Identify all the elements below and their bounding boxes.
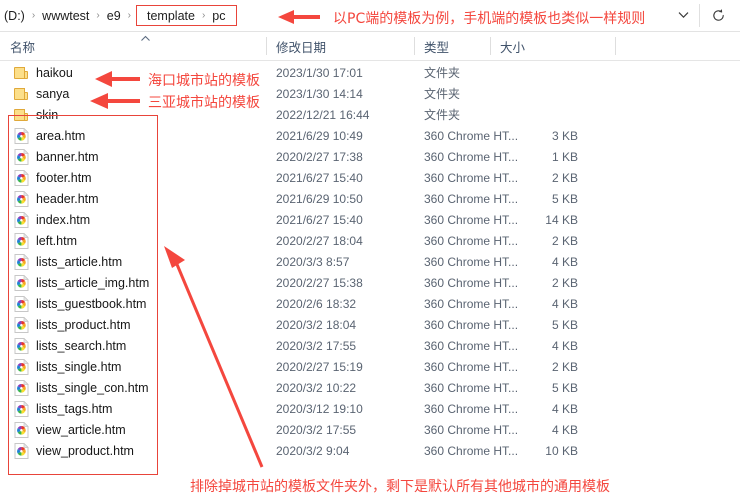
breadcrumb-separator: › [127, 10, 131, 21]
file-size-cell: 5 KB [551, 191, 578, 206]
file-date-cell: 2020/3/2 17:55 [276, 338, 357, 353]
folder-icon [14, 87, 29, 101]
annotation-haikou-note: 海口城市站的模板 [148, 73, 260, 89]
file-date-cell: 2020/3/2 17:55 [276, 422, 357, 437]
file-size-cell: 10 KB [545, 443, 578, 458]
file-name-label: sanya [36, 86, 70, 101]
file-size-cell: 5 KB [551, 317, 578, 332]
breadcrumb-item-e9[interactable]: e9 [103, 7, 125, 25]
refresh-icon[interactable] [702, 0, 734, 30]
file-type-cell: 文件夹 [424, 66, 461, 80]
file-name-cell[interactable]: haikou [14, 62, 73, 83]
file-name-label: haikou [36, 65, 73, 80]
file-size-cell: 2 KB [551, 233, 578, 248]
column-header-type[interactable]: 类型 [414, 32, 490, 60]
annotation-address-note: 以PC端的模板为例，手机端的模板也类似一样规则 [333, 11, 646, 27]
chevron-down-icon[interactable] [670, 0, 696, 30]
file-date-cell: 2021/6/29 10:49 [276, 128, 363, 143]
toolbar-divider [699, 4, 700, 27]
file-size-cell: 4 KB [551, 296, 578, 311]
annotation-bottom-note: 排除掉城市站的模板文件夹外，剩下是默认所有其他城市的通用模板 [190, 479, 610, 495]
annotation-sanya-note: 三亚城市站的模板 [148, 95, 260, 111]
file-date-cell: 2020/3/2 10:22 [276, 380, 357, 395]
file-type-cell: 文件夹 [424, 108, 461, 122]
table-row[interactable]: sanya 2023/1/30 14:14 文件夹 [0, 83, 740, 104]
file-size-cell: 14 KB [545, 212, 578, 227]
breadcrumb-item-drive[interactable]: (D:) [0, 7, 29, 25]
file-date-cell: 2020/2/27 17:38 [276, 149, 363, 164]
file-size-cell [500, 62, 578, 83]
breadcrumb-item-pc[interactable]: pc [208, 7, 229, 25]
file-size-cell: 2 KB [551, 275, 578, 290]
file-date-cell: 2021/6/29 10:50 [276, 191, 363, 206]
file-date-cell: 2020/3/12 19:10 [276, 401, 363, 416]
file-size-cell: 4 KB [551, 254, 578, 269]
breadcrumb[interactable]: (D:) › wwwtest › e9 › template › pc [0, 0, 237, 31]
file-name-cell[interactable]: sanya [14, 83, 69, 104]
file-date-cell: 2020/3/2 18:04 [276, 317, 357, 332]
column-header-row: 名称 修改日期 类型 大小 [0, 32, 740, 61]
file-date-cell: 2020/3/2 9:04 [276, 443, 350, 458]
file-date-cell: 2020/2/6 18:32 [276, 296, 357, 311]
file-size-cell: 1 KB [551, 149, 578, 164]
file-type-cell: 文件夹 [424, 87, 461, 101]
folder-icon [14, 66, 29, 80]
file-size-cell: 5 KB [551, 380, 578, 395]
breadcrumb-separator: › [31, 10, 36, 21]
breadcrumb-item-wwwtest[interactable]: wwwtest [38, 7, 93, 25]
sort-ascending-caret-icon [140, 34, 151, 44]
file-size-cell: 2 KB [551, 170, 578, 185]
file-size-cell: 3 KB [551, 128, 578, 143]
file-date-cell: 2020/2/27 15:38 [276, 275, 363, 290]
file-date-cell: 2020/3/3 8:57 [276, 254, 350, 269]
file-date-cell: 2021/6/27 15:40 [276, 170, 363, 185]
file-date-cell: 2023/1/30 14:14 [276, 86, 363, 101]
breadcrumb-highlight-group[interactable]: template › pc [136, 5, 237, 26]
column-header-size[interactable]: 大小 [490, 32, 615, 60]
file-size-cell: 4 KB [551, 338, 578, 353]
file-size-cell [500, 83, 578, 104]
file-size-cell [500, 104, 578, 125]
breadcrumb-separator: › [96, 10, 100, 21]
column-header-date[interactable]: 修改日期 [266, 32, 414, 60]
column-divider[interactable] [615, 37, 616, 55]
file-date-cell: 2020/2/27 18:04 [276, 233, 363, 248]
file-date-cell: 2023/1/30 17:01 [276, 65, 363, 80]
file-size-cell: 2 KB [551, 359, 578, 374]
breadcrumb-item-template[interactable]: template [143, 7, 199, 25]
table-row[interactable]: haikou 2023/1/30 17:01 文件夹 [0, 62, 740, 83]
file-size-cell: 4 KB [551, 422, 578, 437]
column-header-name[interactable]: 名称 [0, 32, 266, 60]
file-date-cell: 2021/6/27 15:40 [276, 212, 363, 227]
file-size-cell: 4 KB [551, 401, 578, 416]
file-group-highlight-box [8, 115, 158, 475]
file-date-cell: 2022/12/21 16:44 [276, 107, 370, 122]
breadcrumb-separator: › [201, 10, 206, 21]
file-date-cell: 2020/2/27 15:19 [276, 359, 363, 374]
